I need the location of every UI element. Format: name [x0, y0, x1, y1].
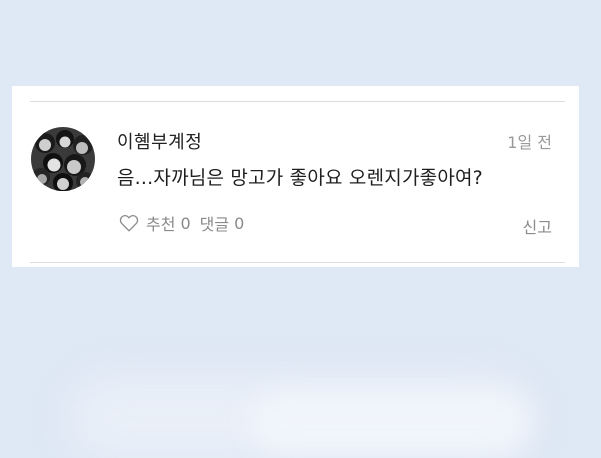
heart-outline-icon[interactable] — [118, 212, 140, 234]
reply-button[interactable]: 댓글 — [200, 211, 229, 235]
username[interactable]: 이혬부계정 — [117, 128, 202, 154]
avatar[interactable] — [31, 127, 95, 191]
comment-text: 음...자까님은 망고가 좋아요 오렌지가좋아여? — [117, 167, 483, 189]
background-blur-highlight — [250, 392, 530, 452]
like-button[interactable]: 추천 — [146, 211, 175, 235]
timestamp: 1일 전 — [507, 133, 552, 152]
like-count: 0 — [180, 213, 191, 233]
bottom-divider — [30, 262, 565, 263]
report-button[interactable]: 신고 — [523, 214, 552, 238]
top-divider — [30, 101, 565, 102]
reply-count: 0 — [234, 213, 245, 233]
comment-card: 이혬부계정 1일 전 음...자까님은 망고가 좋아요 오렌지가좋아여? 추천 … — [12, 86, 579, 267]
comment-actions: 추천 0 댓글 0 — [118, 211, 244, 235]
group-photo-avatar-icon — [31, 127, 95, 191]
